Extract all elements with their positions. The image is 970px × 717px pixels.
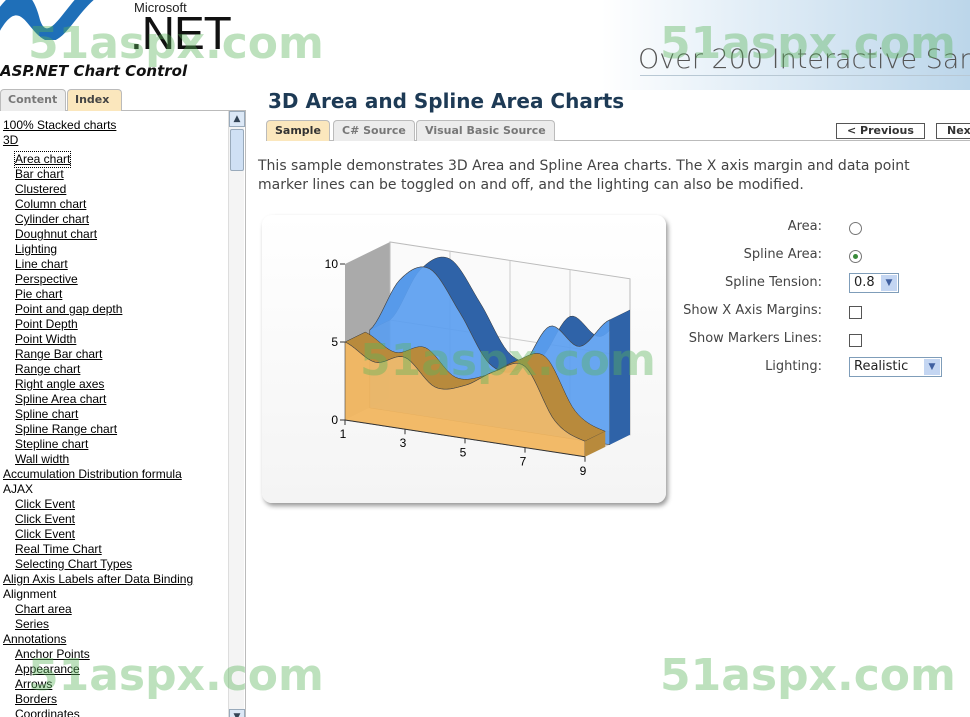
index-item[interactable]: Wall width — [0, 452, 193, 467]
option-spline-area: Spline Area: — [680, 244, 950, 266]
index-item[interactable]: Borders — [0, 692, 193, 707]
spline-area-3d-chart: 0 5 10 1 3 5 7 9 — [325, 241, 631, 478]
series-0-side — [609, 310, 630, 445]
index-item[interactable]: Arrows — [0, 677, 193, 692]
header-banner: Microsoft .NET ASP.NET Chart Control Ove… — [0, 0, 970, 90]
sample-description: This sample demonstrates 3D Area and Spl… — [258, 158, 910, 193]
index-item[interactable]: Range Bar chart — [0, 347, 193, 362]
index-item[interactable]: 3D — [0, 133, 193, 148]
index-item[interactable]: Spline Range chart — [0, 422, 193, 437]
index-item[interactable]: Perspective — [0, 272, 193, 287]
tagline: Over 200 Interactive Samp — [638, 44, 970, 75]
sidebar-scrollbar[interactable]: ▲ ▼ — [228, 111, 245, 717]
x-axis-margins-checkbox[interactable] — [849, 306, 862, 319]
option-markers-lines: Show Markers Lines: — [680, 328, 950, 350]
scroll-thumb[interactable] — [230, 129, 244, 171]
index-item[interactable]: Click Event — [0, 497, 193, 512]
brand-small: Microsoft — [134, 0, 187, 15]
index-item[interactable]: Appearance — [0, 662, 193, 677]
chevron-down-icon: ▼ — [924, 359, 940, 375]
index-list: 100% Stacked charts 3D Area chart Bar chart… — [0, 118, 193, 717]
page-title: 3D Area and Spline Area Charts — [268, 89, 625, 113]
x-tick-label: 5 — [460, 445, 467, 459]
product-name: ASP.NET Chart Control — [0, 62, 188, 80]
spline-tension-label: Spline Tension: — [724, 275, 822, 290]
index-item[interactable]: Point Width — [0, 332, 193, 347]
index-item[interactable]: Doughnut chart — [0, 227, 193, 242]
index-item[interactable]: Click Event — [0, 512, 193, 527]
sidebar-tabs: Content Index — [0, 89, 246, 111]
lighting-select[interactable]: Realistic ▼ — [849, 357, 942, 377]
sidebar-index: 100% Stacked charts 3D Area chart Bar chart… — [0, 111, 246, 717]
tab-csharp-source[interactable]: C# Source — [333, 120, 415, 141]
option-spline-tension: Spline Tension: 0.8 ▼ — [680, 272, 950, 294]
spline-tension-value: 0.8 — [854, 275, 875, 290]
x-axis-margins-label: Show X Axis Margins: — [683, 303, 822, 318]
index-item[interactable]: Stepline chart — [0, 437, 193, 452]
index-item[interactable]: Line chart — [0, 257, 193, 272]
index-item[interactable]: Series — [0, 617, 193, 632]
lighting-value: Realistic — [854, 359, 909, 374]
index-item[interactable]: Point and gap depth — [0, 302, 193, 317]
spline-area-radio[interactable] — [849, 250, 862, 263]
index-item[interactable]: Selecting Chart Types — [0, 557, 193, 572]
index-item[interactable]: Spline chart — [0, 407, 193, 422]
index-item[interactable]: Point Depth — [0, 317, 193, 332]
scroll-down-icon[interactable]: ▼ — [229, 709, 245, 717]
index-item[interactable]: Range chart — [0, 362, 193, 377]
markers-lines-checkbox[interactable] — [849, 334, 862, 347]
index-item: AJAX — [3, 482, 34, 496]
x-tick-label: 3 — [400, 436, 407, 450]
area-radio[interactable] — [849, 222, 862, 235]
spline-area-label: Spline Area: — [743, 247, 822, 262]
tab-vb-source[interactable]: Visual Basic Source — [416, 120, 555, 141]
x-tick-label: 9 — [580, 464, 587, 478]
index-item: Alignment — [3, 587, 57, 601]
markers-lines-label: Show Markers Lines: — [688, 331, 822, 346]
spline-tension-select[interactable]: 0.8 ▼ — [849, 273, 899, 293]
y-tick-label: 10 — [325, 257, 339, 271]
tab-content[interactable]: Content — [0, 89, 66, 111]
index-item[interactable]: Column chart — [0, 197, 193, 212]
chart-frame: 0 5 10 1 3 5 7 9 — [262, 215, 666, 503]
dotnet-logo-icon — [0, 0, 94, 40]
tab-sample[interactable]: Sample — [266, 120, 330, 141]
index-item[interactable]: Align Axis Labels after Data Binding — [0, 572, 193, 587]
index-item[interactable]: Pie chart — [0, 287, 193, 302]
index-item[interactable]: Coordinates — [0, 707, 193, 717]
index-item[interactable]: 100% Stacked charts — [0, 118, 193, 133]
index-item[interactable]: Real Time Chart — [0, 542, 193, 557]
tagline-divider — [640, 75, 970, 76]
option-area: Area: — [680, 216, 950, 238]
y-tick-label: 0 — [331, 413, 338, 427]
lighting-label: Lighting: — [765, 359, 822, 374]
index-item[interactable]: Chart area — [0, 602, 193, 617]
chevron-down-icon: ▼ — [881, 275, 897, 291]
area-label: Area: — [787, 219, 822, 234]
index-item[interactable]: Annotations — [0, 632, 193, 647]
tab-index[interactable]: Index — [67, 89, 122, 111]
option-x-axis-margins: Show X Axis Margins: — [680, 300, 950, 322]
index-item[interactable]: Click Event — [0, 527, 193, 542]
index-item[interactable]: Cylinder chart — [0, 212, 193, 227]
x-tick-label: 7 — [520, 455, 527, 469]
index-item[interactable]: Clustered — [0, 182, 193, 197]
x-tick-label: 1 — [340, 427, 347, 441]
watermark: 51aspx.com — [660, 650, 956, 701]
index-item[interactable]: Spline Area chart — [0, 392, 193, 407]
index-item[interactable]: Lighting — [0, 242, 193, 257]
previous-button[interactable]: < Previous — [836, 123, 925, 139]
index-item[interactable]: Right angle axes — [0, 377, 193, 392]
index-item[interactable]: Anchor Points — [0, 647, 193, 662]
next-button[interactable]: Nex — [936, 123, 970, 139]
option-lighting: Lighting: Realistic ▼ — [680, 356, 950, 378]
index-item[interactable]: Accumulation Distribution formula — [0, 467, 193, 482]
scroll-up-icon[interactable]: ▲ — [229, 111, 245, 127]
index-item[interactable]: Bar chart — [0, 167, 193, 182]
y-tick-label: 5 — [331, 335, 338, 349]
index-item[interactable]: Area chart — [13, 151, 72, 168]
